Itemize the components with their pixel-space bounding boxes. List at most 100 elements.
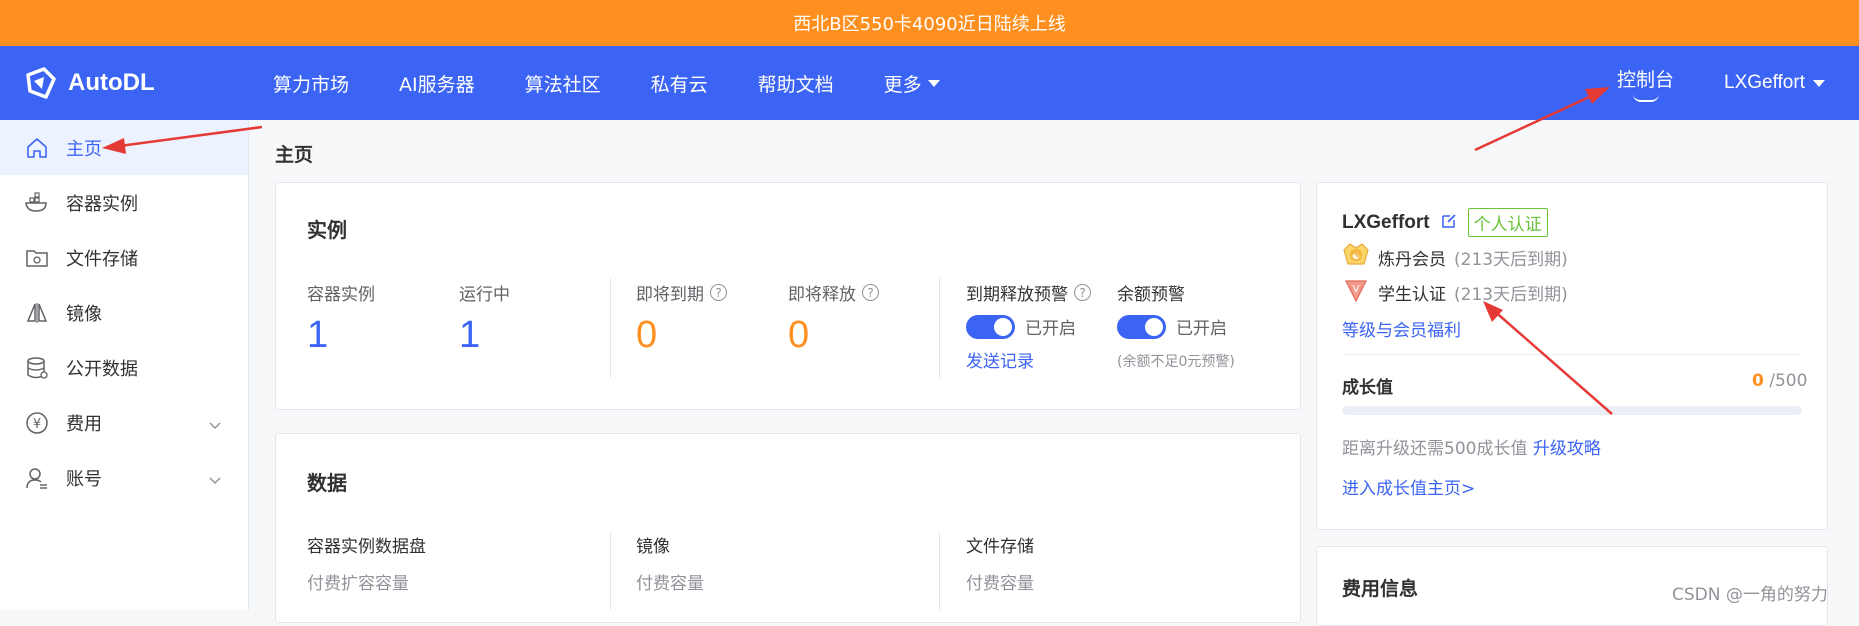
container-instance-count[interactable]: 1 bbox=[307, 314, 328, 357]
nav-compute-market[interactable]: 算力市场 bbox=[273, 70, 349, 97]
help-icon[interactable]: ? bbox=[710, 284, 727, 301]
data-card-title: 数据 bbox=[307, 471, 347, 495]
divider bbox=[1342, 354, 1802, 355]
user-icon bbox=[24, 465, 50, 491]
main-nav: 算力市场 AI服务器 算法社区 私有云 帮助文档 更多 bbox=[273, 46, 990, 120]
sidebar: 主页 容器实例 文件存储 镜像 公开数据 ¥ 费用 账号 bbox=[0, 120, 249, 610]
student-label: 学生认证 bbox=[1378, 285, 1446, 305]
divider bbox=[610, 278, 611, 378]
nav-help-docs[interactable]: 帮助文档 bbox=[758, 70, 834, 97]
yen-icon: ¥ bbox=[24, 410, 50, 436]
growth-home-link[interactable]: 进入成长值主页> bbox=[1342, 474, 1475, 499]
sidebar-item-mirror[interactable]: 镜像 bbox=[0, 285, 248, 340]
member-label: 炼丹会员 bbox=[1378, 250, 1446, 270]
nav-more[interactable]: 更多 bbox=[884, 70, 940, 97]
sidebar-item-fees[interactable]: ¥ 费用 bbox=[0, 395, 248, 450]
student-badge-icon: V bbox=[1342, 277, 1370, 308]
fee-card-title: 费用信息 bbox=[1342, 578, 1419, 600]
member-medal-icon: ☯ bbox=[1342, 242, 1370, 273]
balance-warning-switch[interactable] bbox=[1117, 314, 1166, 339]
balance-warning-label: 余额预警 bbox=[1117, 285, 1185, 305]
sidebar-item-label: 公开数据 bbox=[66, 358, 138, 380]
csdn-watermark: CSDN @一角的努力 bbox=[1672, 585, 1828, 605]
expire-warning-state: 已开启 bbox=[1025, 319, 1076, 339]
autodl-logo[interactable]: AutoDL bbox=[22, 62, 155, 104]
sidebar-item-label: 容器实例 bbox=[66, 193, 138, 215]
expiring-label: 即将到期? bbox=[636, 280, 727, 305]
console-label: 控制台 bbox=[1617, 68, 1675, 91]
releasing-count[interactable]: 0 bbox=[788, 314, 809, 357]
sidebar-item-label: 文件存储 bbox=[66, 248, 138, 270]
banner-text: 西北B区550卡4090近日陆续上线 bbox=[793, 14, 1066, 35]
divider bbox=[939, 532, 940, 610]
nav-username: LXGeffort bbox=[1724, 72, 1805, 93]
releasing-label: 即将释放? bbox=[788, 280, 879, 305]
mirror-data-sub: 付费容量 bbox=[636, 574, 704, 594]
sidebar-item-label: 镜像 bbox=[66, 303, 102, 325]
console-underline-icon bbox=[1632, 94, 1659, 102]
home-icon bbox=[24, 135, 50, 161]
sidebar-item-account[interactable]: 账号 bbox=[0, 450, 248, 505]
sidebar-item-file-storage[interactable]: 文件存储 bbox=[0, 230, 248, 285]
help-icon[interactable]: ? bbox=[1074, 284, 1091, 301]
help-icon[interactable]: ? bbox=[862, 284, 879, 301]
profile-username: LXGeffort bbox=[1342, 211, 1430, 233]
balance-warning-toggle-row: 已开启 bbox=[1117, 314, 1227, 339]
sidebar-item-label: 主页 bbox=[66, 138, 102, 160]
caret-down-icon bbox=[927, 79, 940, 87]
console-link[interactable]: 控制台 bbox=[1617, 46, 1674, 120]
caret-down-icon bbox=[1812, 79, 1825, 87]
data-card bbox=[275, 433, 1301, 623]
nav-private-cloud[interactable]: 私有云 bbox=[651, 70, 708, 97]
sidebar-item-home[interactable]: 主页 bbox=[0, 120, 248, 175]
growth-total: /500 bbox=[1769, 371, 1808, 391]
top-navbar: AutoDL 算力市场 AI服务器 算法社区 私有云 帮助文档 更多 控制台 L… bbox=[0, 46, 1859, 120]
announcement-banner[interactable]: 西北B区550卡4090近日陆续上线 bbox=[0, 0, 1859, 46]
running-count[interactable]: 1 bbox=[459, 314, 480, 357]
logo-text: AutoDL bbox=[68, 69, 155, 96]
balance-warning-state: 已开启 bbox=[1176, 319, 1227, 339]
sidebar-item-public-data[interactable]: 公开数据 bbox=[0, 340, 248, 395]
chevron-down-icon bbox=[208, 470, 222, 491]
expire-warning-label: 到期释放预警? bbox=[966, 280, 1091, 305]
benefits-link[interactable]: 等级与会员福利 bbox=[1342, 316, 1461, 341]
data-disk-label: 容器实例数据盘 bbox=[307, 537, 426, 557]
profile-header: LXGeffort 个人认证 bbox=[1342, 208, 1548, 237]
sidebar-item-label: 费用 bbox=[66, 413, 102, 435]
sidebar-item-container[interactable]: 容器实例 bbox=[0, 175, 248, 230]
growth-current: 0 bbox=[1752, 371, 1764, 391]
upgrade-guide-link[interactable]: 升级攻略 bbox=[1533, 439, 1601, 459]
divider bbox=[939, 278, 940, 378]
member-expire: (213天后到期) bbox=[1454, 250, 1568, 270]
page-title: 主页 bbox=[275, 144, 314, 166]
svg-text:¥: ¥ bbox=[33, 417, 41, 432]
send-record-link[interactable]: 发送记录 bbox=[966, 347, 1034, 372]
expiring-count[interactable]: 0 bbox=[636, 314, 657, 357]
student-expire: (213天后到期) bbox=[1454, 285, 1568, 305]
expire-warning-toggle-row: 已开启 bbox=[966, 314, 1076, 339]
autodl-logo-icon bbox=[26, 67, 56, 99]
upgrade-text: 距离升级还需500成长值 bbox=[1342, 439, 1528, 459]
instance-card-title: 实例 bbox=[307, 218, 347, 242]
data-disk-sub: 付费扩容容量 bbox=[307, 574, 409, 594]
edit-icon[interactable] bbox=[1440, 212, 1458, 234]
growth-progress-bar bbox=[1342, 406, 1802, 415]
mirror-icon bbox=[24, 300, 50, 326]
running-label: 运行中 bbox=[459, 285, 510, 305]
container-icon bbox=[24, 190, 50, 216]
svg-text:☯: ☯ bbox=[1352, 252, 1360, 262]
user-menu[interactable]: LXGeffort bbox=[1724, 46, 1825, 120]
divider bbox=[610, 532, 611, 610]
growth-value: 0 /500 bbox=[1752, 371, 1807, 391]
mirror-data-label: 镜像 bbox=[636, 537, 670, 557]
container-instance-label: 容器实例 bbox=[307, 285, 375, 305]
svg-text:V: V bbox=[1353, 284, 1360, 295]
personal-verify-badge[interactable]: 个人认证 bbox=[1467, 208, 1548, 237]
balance-warning-note: (余额不足0元预警) bbox=[1117, 354, 1235, 370]
nav-algorithm-community[interactable]: 算法社区 bbox=[525, 70, 601, 97]
expire-warning-switch[interactable] bbox=[966, 314, 1015, 339]
member-row: ☯ 炼丹会员 (213天后到期) bbox=[1342, 242, 1568, 273]
student-row: V 学生认证 (213天后到期) bbox=[1342, 277, 1568, 308]
nav-ai-server[interactable]: AI服务器 bbox=[399, 70, 475, 97]
chevron-down-icon bbox=[208, 415, 222, 436]
